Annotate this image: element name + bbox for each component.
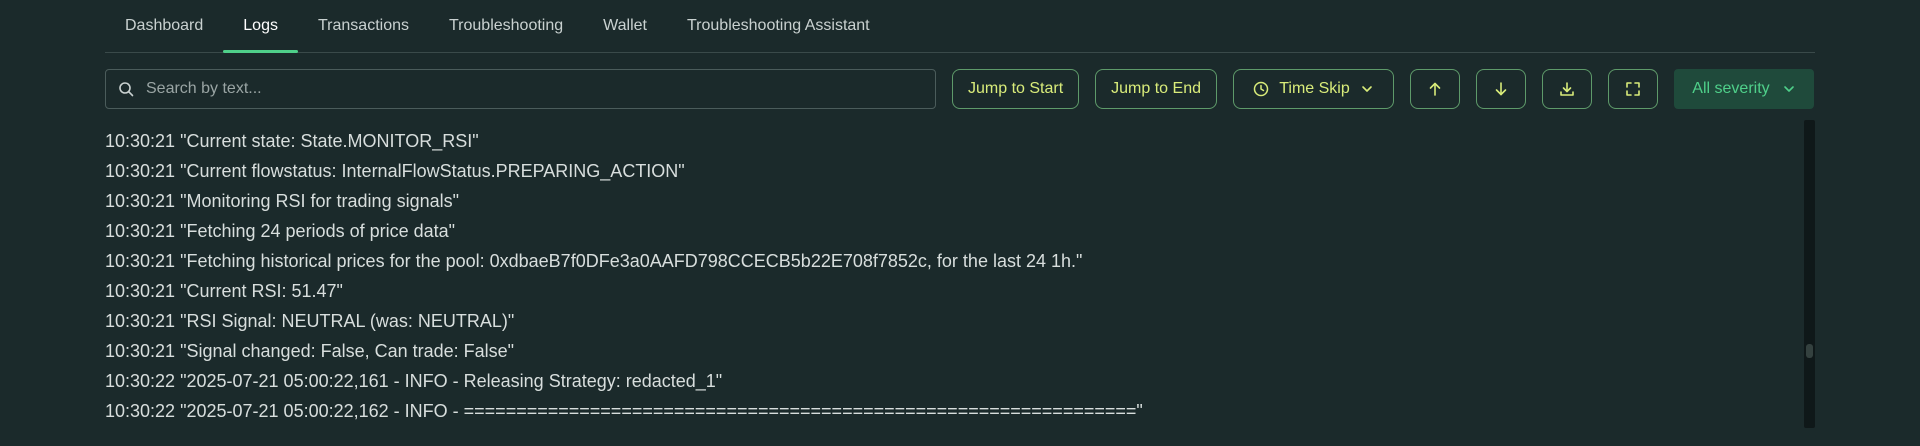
jump-to-end-button[interactable]: Jump to End — [1095, 69, 1217, 109]
log-message: "Current state: State.MONITOR_RSI" — [180, 131, 479, 151]
clock-icon — [1253, 81, 1269, 97]
tab-transactions[interactable]: Transactions — [298, 0, 429, 52]
time-skip-label: Time Skip — [1279, 80, 1350, 97]
log-time: 10:30:22 — [105, 401, 176, 421]
log-line: 10:30:21 "Fetching historical prices for… — [105, 250, 1082, 272]
tab-troubleshooting[interactable]: Troubleshooting — [429, 0, 583, 52]
log-line: 10:30:21 "RSI Signal: NEUTRAL (was: NEUT… — [105, 310, 514, 332]
log-partial-text — [105, 120, 110, 127]
log-message: "Current RSI: 51.47" — [180, 281, 343, 301]
severity-label: All severity — [1692, 80, 1770, 97]
log-message: "RSI Signal: NEUTRAL (was: NEUTRAL)" — [180, 311, 515, 331]
tab-wallet[interactable]: Wallet — [583, 0, 667, 52]
download-icon — [1560, 82, 1574, 96]
scroll-down-button[interactable] — [1475, 69, 1526, 109]
scroll-up-button[interactable] — [1409, 69, 1460, 109]
log-time: 10:30:21 — [105, 341, 176, 361]
log-line: 10:30:21 "Current flowstatus: InternalFl… — [105, 160, 685, 182]
severity-select[interactable]: All severity — [1673, 69, 1814, 109]
log-time: 10:30:22 — [105, 371, 176, 391]
log-time: 10:30:21 — [105, 251, 176, 271]
fullscreen-button[interactable] — [1607, 69, 1658, 109]
log-message: "Fetching historical prices for the pool… — [180, 251, 1083, 271]
tab-troubleshooting-assistant[interactable]: Troubleshooting Assistant — [667, 0, 890, 52]
log-line: 10:30:21 "Monitoring RSI for trading sig… — [105, 190, 459, 212]
log-message: "Fetching 24 periods of price data" — [180, 221, 456, 241]
fullscreen-icon — [1626, 82, 1640, 96]
jump-to-start-button[interactable]: Jump to Start — [952, 69, 1080, 109]
log-time: 10:30:21 — [105, 161, 176, 181]
main-tabs: Dashboard Logs Transactions Troubleshoot… — [105, 0, 1815, 53]
log-line: 10:30:21 "Current RSI: 51.47" — [105, 280, 343, 302]
log-time: 10:30:21 — [105, 191, 176, 211]
log-line: 10:30:21 "Signal changed: False, Can tra… — [105, 340, 514, 362]
log-message: "Current flowstatus: InternalFlowStatus.… — [180, 161, 685, 181]
log-time: 10:30:21 — [105, 221, 176, 241]
log-message: "Signal changed: False, Can trade: False… — [180, 341, 515, 361]
tab-dashboard[interactable]: Dashboard — [105, 0, 223, 52]
log-line: 10:30:22 "2025-07-21 05:00:22,162 - INFO… — [105, 400, 1143, 422]
log-line-partial — [105, 120, 110, 128]
chevron-down-icon — [1783, 86, 1794, 92]
chevron-down-icon — [1361, 86, 1372, 92]
tab-logs[interactable]: Logs — [223, 0, 298, 53]
logs-toolbar: Jump to Start Jump to End Time Skip — [105, 69, 1815, 109]
download-button[interactable] — [1541, 69, 1592, 109]
arrow-down-icon — [1495, 82, 1507, 96]
log-message: "Monitoring RSI for trading signals" — [180, 191, 459, 211]
arrow-up-icon — [1429, 82, 1441, 96]
log-line: 10:30:22 "2025-07-21 05:00:22,161 - INFO… — [105, 370, 722, 392]
log-time: 10:30:21 — [105, 311, 176, 331]
search-icon — [119, 82, 134, 97]
logs-page: Dashboard Logs Transactions Troubleshoot… — [0, 0, 1920, 446]
log-scrollbar[interactable] — [1804, 120, 1815, 428]
log-message: "2025-07-21 05:00:22,161 - INFO - Releas… — [180, 371, 723, 391]
log-viewer[interactable]: 10:30:21 "Current state: State.MONITOR_R… — [105, 120, 1795, 428]
log-time: 10:30:21 — [105, 131, 176, 151]
time-skip-button[interactable]: Time Skip — [1232, 69, 1394, 109]
log-time: 10:30:21 — [105, 281, 176, 301]
log-line: 10:30:21 "Current state: State.MONITOR_R… — [105, 130, 479, 152]
log-message: "2025-07-21 05:00:22,162 - INFO - ======… — [180, 401, 1143, 421]
search-input[interactable] — [134, 70, 935, 108]
search-box — [105, 69, 936, 109]
log-line: 10:30:21 "Fetching 24 periods of price d… — [105, 220, 455, 242]
scrollbar-thumb[interactable] — [1806, 344, 1813, 358]
